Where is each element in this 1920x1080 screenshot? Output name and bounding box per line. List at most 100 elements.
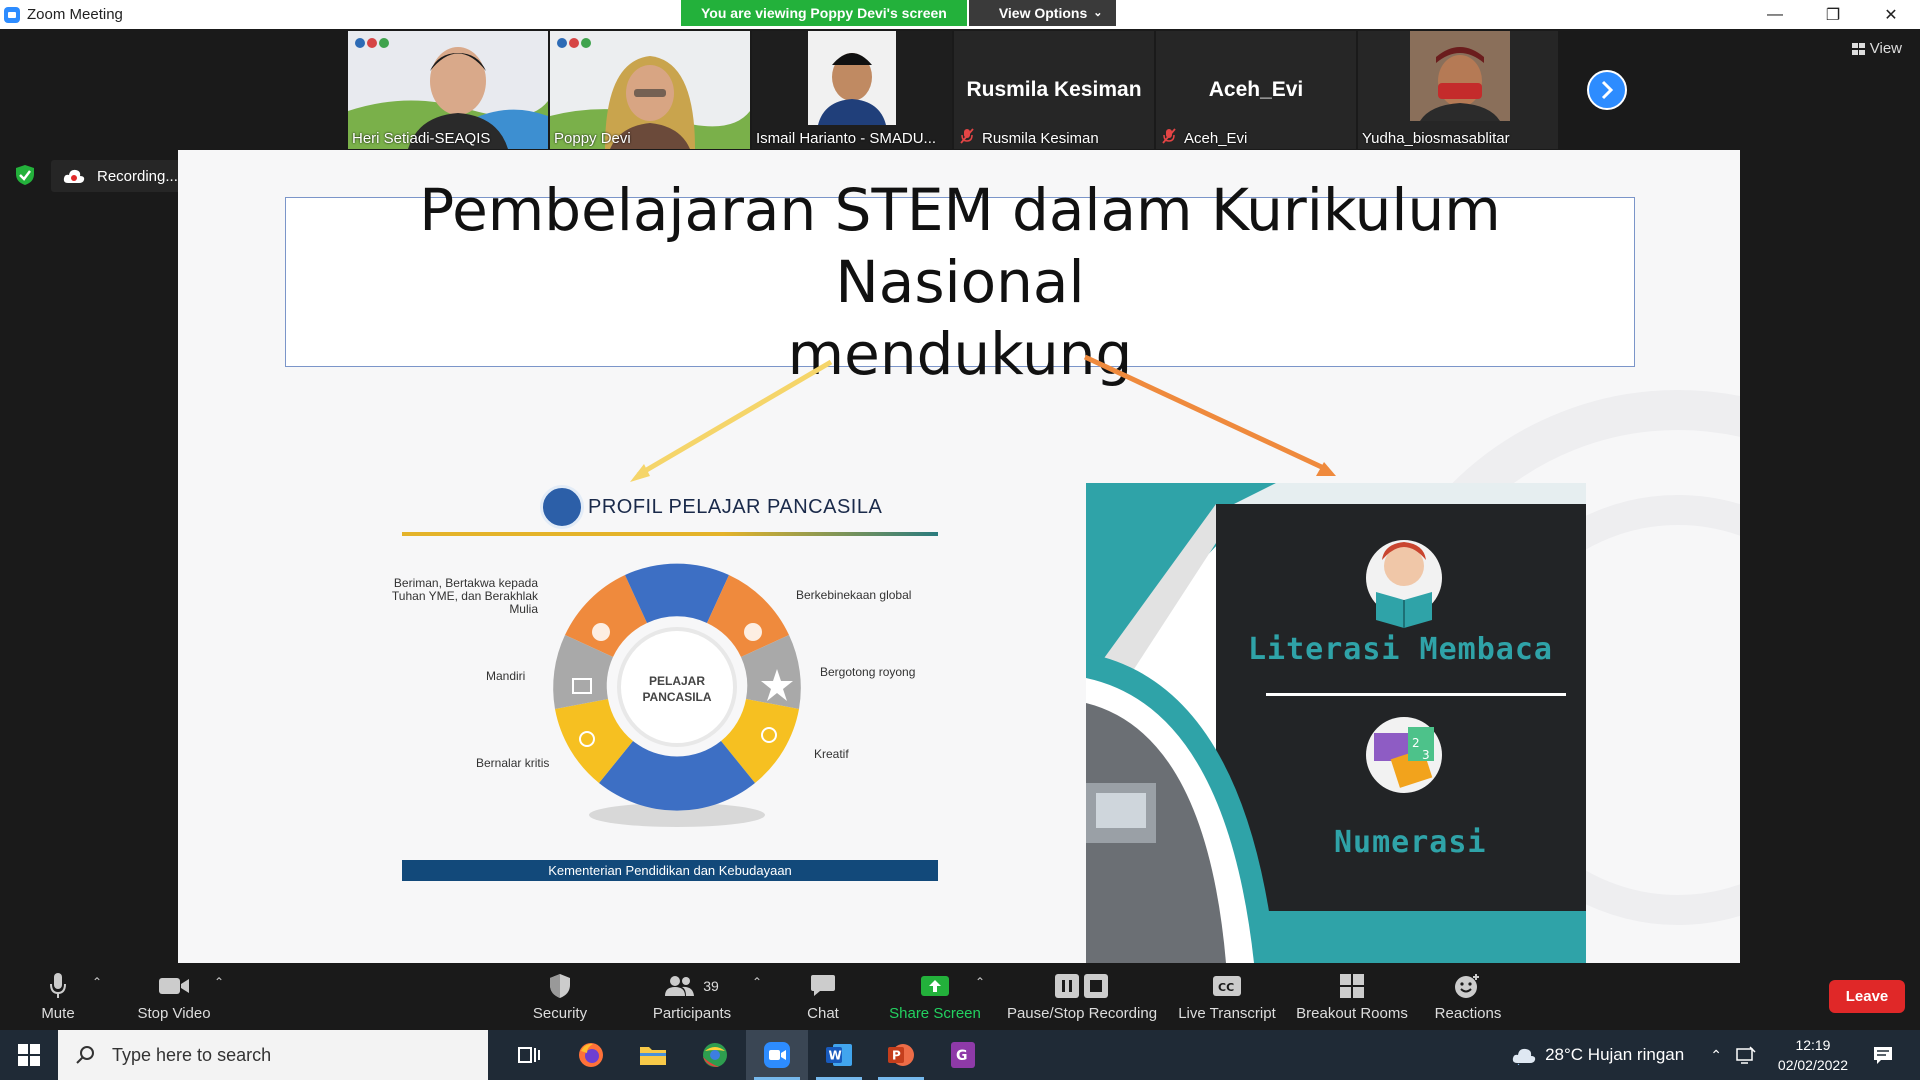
participant-tile[interactable]: Aceh_Evi Aceh_Evi [1156,31,1356,149]
stop-video-button[interactable]: Stop Video [128,963,220,1030]
cloud-recording-icon [63,169,85,183]
security-shield-icon [550,974,570,998]
taskbar-firefox[interactable] [560,1030,622,1080]
taskbar-chrome-app[interactable] [684,1030,746,1080]
viewing-banner: You are viewing Poppy Devi's screen View… [681,0,1117,26]
next-page-button[interactable] [1587,70,1627,110]
word-icon: W [826,1044,852,1066]
task-view-button[interactable] [498,1030,560,1080]
literacy-numeracy-panel: 2 3 [1086,483,1586,963]
microphone-icon [50,973,66,998]
chevron-right-icon [1601,80,1614,100]
weather-cloud-icon [1512,1048,1536,1065]
svg-text:G: G [956,1048,968,1064]
taskbar-clock[interactable]: 12:19 02/02/2022 [1778,1035,1848,1075]
recording-status: Recording... [97,167,178,185]
show-hidden-icons-caret[interactable]: ⌃ [1710,1047,1722,1064]
meeting-controls-toolbar: Mute ⌃ Stop Video ⌃ Security 39 Particip… [0,963,1920,1030]
mute-label: Mute [41,1005,75,1022]
leave-meeting-button[interactable]: Leave [1829,980,1905,1013]
taskbar-word[interactable]: W [808,1030,870,1080]
participant-tile[interactable]: Yudha_biosmasablitar [1358,31,1558,149]
window-controls: — ❐ ✕ [1746,0,1920,29]
pause-stop-recording-button[interactable]: Pause/Stop Recording [1006,963,1158,1030]
taskbar-zoom[interactable] [746,1030,808,1080]
pdf-app-icon: G [951,1042,975,1068]
participant-tile[interactable]: Rusmila Kesiman Rusmila Kesiman [954,31,1154,149]
view-options-button[interactable]: View Options ⌄ [968,0,1117,26]
participants-count: 39 [703,978,719,994]
notification-center-icon[interactable] [1872,1045,1894,1065]
search-icon [76,1046,94,1064]
chat-button[interactable]: Chat [800,963,846,1030]
search-placeholder: Type here to search [112,1044,272,1065]
label-berkebinekaan: Berkebinekaan global [796,588,912,602]
wheel-center-line-2: PANCASILA [642,690,712,704]
weather-text[interactable]: 28°C Hujan ringan [1545,1045,1684,1065]
participant-name: Aceh_Evi [1184,130,1248,147]
start-button[interactable] [0,1030,58,1080]
firefox-icon [579,1043,603,1067]
chevron-down-icon: ⌄ [1093,7,1103,19]
participant-tile-active-speaker[interactable]: Ismail Harianto - SMADU... [752,31,952,149]
participant-tile[interactable]: Poppy Devi [550,31,750,149]
svg-text:CC: CC [1218,981,1234,994]
stop-video-label: Stop Video [137,1005,211,1022]
breakout-rooms-button[interactable]: Breakout Rooms [1294,963,1410,1030]
live-transcript-label: Live Transcript [1178,1005,1276,1022]
minimize-button[interactable]: — [1746,0,1804,29]
microphone-muted-icon [960,128,974,144]
participants-options-caret[interactable]: ⌃ [752,975,762,989]
participant-display-name: Aceh_Evi [1208,78,1304,101]
close-button[interactable]: ✕ [1862,0,1920,29]
label-kreatif: Kreatif [814,747,849,761]
participant-tile[interactable]: Heri Setiadi-SEAQIS [348,31,548,149]
literasi-membaca-title: Literasi Membaca [1248,632,1553,667]
participants-button[interactable]: 39 Participants [648,963,736,1030]
svg-text:P: P [892,1049,901,1063]
pause-stop-recording-label: Pause/Stop Recording [1006,1005,1158,1022]
closed-caption-icon: CC [1213,976,1241,996]
mute-button[interactable]: Mute [28,963,88,1030]
encryption-shield-icon[interactable] [14,164,36,186]
pause-stop-recording-icon [1055,974,1108,998]
restore-button[interactable]: ❐ [1804,0,1862,29]
label-beriman: Beriman, Bertakwa kepada Tuhan YME, dan … [388,577,538,616]
globe-app-icon [703,1043,727,1067]
share-screen-button[interactable]: Share Screen [887,963,983,1030]
powerpoint-icon: P [888,1044,914,1066]
chat-label: Chat [807,1005,839,1022]
participant-video-strip: Heri Setiadi-SEAQIS Poppy Devi Ismail Ha… [348,31,1558,149]
label-bernalar-kritis: Bernalar kritis [476,756,550,770]
taskbar-file-explorer[interactable] [622,1030,684,1080]
participants-label: Participants [652,1005,732,1022]
viewing-screen-label: You are viewing Poppy Devi's screen [681,0,967,26]
taskbar-search-box[interactable]: Type here to search [58,1030,488,1080]
audio-options-caret[interactable]: ⌃ [92,975,102,989]
view-label: View [1869,40,1902,57]
reactions-label: Reactions [1434,1005,1502,1022]
live-transcript-button[interactable]: CC Live Transcript [1176,963,1278,1030]
taskbar-pdf-app[interactable]: G [932,1030,994,1080]
windows-logo-icon [18,1044,40,1066]
participant-name: Yudha_biosmasablitar [1362,130,1510,147]
view-layout-button[interactable]: View [1851,40,1902,57]
svg-text:3: 3 [1422,748,1430,762]
folder-icon [640,1047,666,1065]
video-options-caret[interactable]: ⌃ [214,975,224,989]
share-options-caret[interactable]: ⌃ [975,975,985,989]
label-mandiri: Mandiri [486,669,526,683]
svg-text:W: W [829,1049,842,1063]
share-screen-icon [921,976,949,996]
taskbar-powerpoint[interactable]: P [870,1030,932,1080]
breakout-rooms-label: Breakout Rooms [1296,1005,1408,1022]
chat-bubble-icon [811,975,835,996]
security-label: Security [532,1005,588,1022]
label-beriman-line-3: Mulia [509,602,538,616]
participant-name: Rusmila Kesiman [982,130,1099,147]
system-tray: 28°C Hujan ringan ⌃ 12:19 02/02/2022 [1511,1030,1920,1080]
network-icon[interactable] [1736,1046,1756,1064]
zoom-meeting-window: { "window": { "title": "Zoom Meeting" },… [0,0,1920,1080]
reactions-button[interactable]: Reactions [1428,963,1508,1030]
security-button[interactable]: Security [525,963,595,1030]
